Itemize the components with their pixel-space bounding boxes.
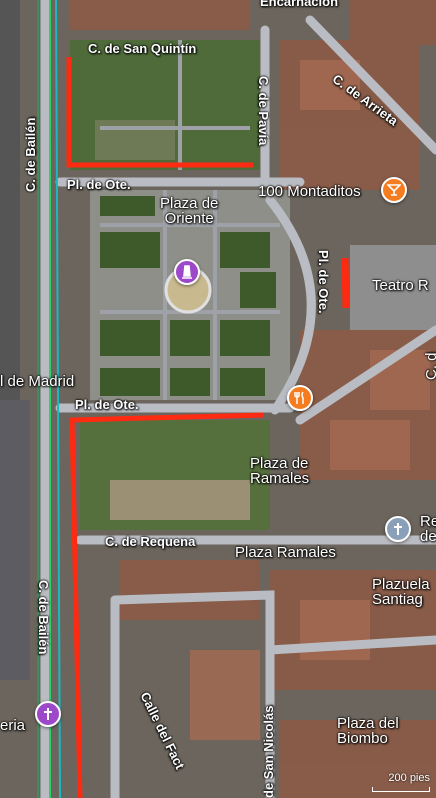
map-view[interactable]: Encarnación C. de San Quintín C. de Arri… [0, 0, 436, 798]
label-san-nicolas: de San Nicolás [261, 705, 276, 798]
label-plaza-ramales-2: Plaza Ramales [235, 544, 336, 561]
label-plazuela: Plazuela Santiag [372, 576, 430, 608]
label-eria: eria [0, 717, 26, 734]
label-san-quintin: C. de San Quintín [88, 41, 197, 56]
church-icon[interactable] [35, 701, 61, 727]
label-100-montaditos: 100 Montaditos [258, 183, 361, 200]
label-plaza-biombo: Plaza del Biombo [337, 715, 399, 747]
scale-bar [372, 787, 430, 792]
cocktail-icon[interactable] [381, 177, 407, 203]
label-requena: C. de Requena [105, 534, 196, 549]
label-c-d: C. d [423, 352, 436, 380]
label-encarnacion: Encarnación [260, 0, 339, 9]
label-pl-ote-vertical: Pl. de Ote. [316, 250, 331, 314]
label-re-de: Re de [420, 513, 436, 545]
label-plaza-ramales-1: Plaza de Ramales [250, 455, 310, 487]
church-icon[interactable] [385, 516, 411, 542]
scale-label: 200 pies [388, 772, 430, 784]
label-plaza-oriente: Plaza de Oriente [160, 195, 219, 227]
monument-icon[interactable] [174, 259, 200, 285]
label-pavia: C. de Pavía [256, 76, 271, 146]
restaurant-icon[interactable] [287, 385, 313, 411]
label-bailen-top: C. de Bailén [23, 117, 38, 192]
label-bailen-bottom: C. de Bailén [36, 580, 51, 655]
map-base [0, 0, 436, 798]
label-madrid: l de Madrid [0, 373, 75, 390]
label-teatro: Teatro R [372, 277, 429, 294]
label-pl-ote-2: Pl. de Ote. [75, 397, 139, 412]
label-pl-ote-1: Pl. de Ote. [67, 177, 131, 192]
